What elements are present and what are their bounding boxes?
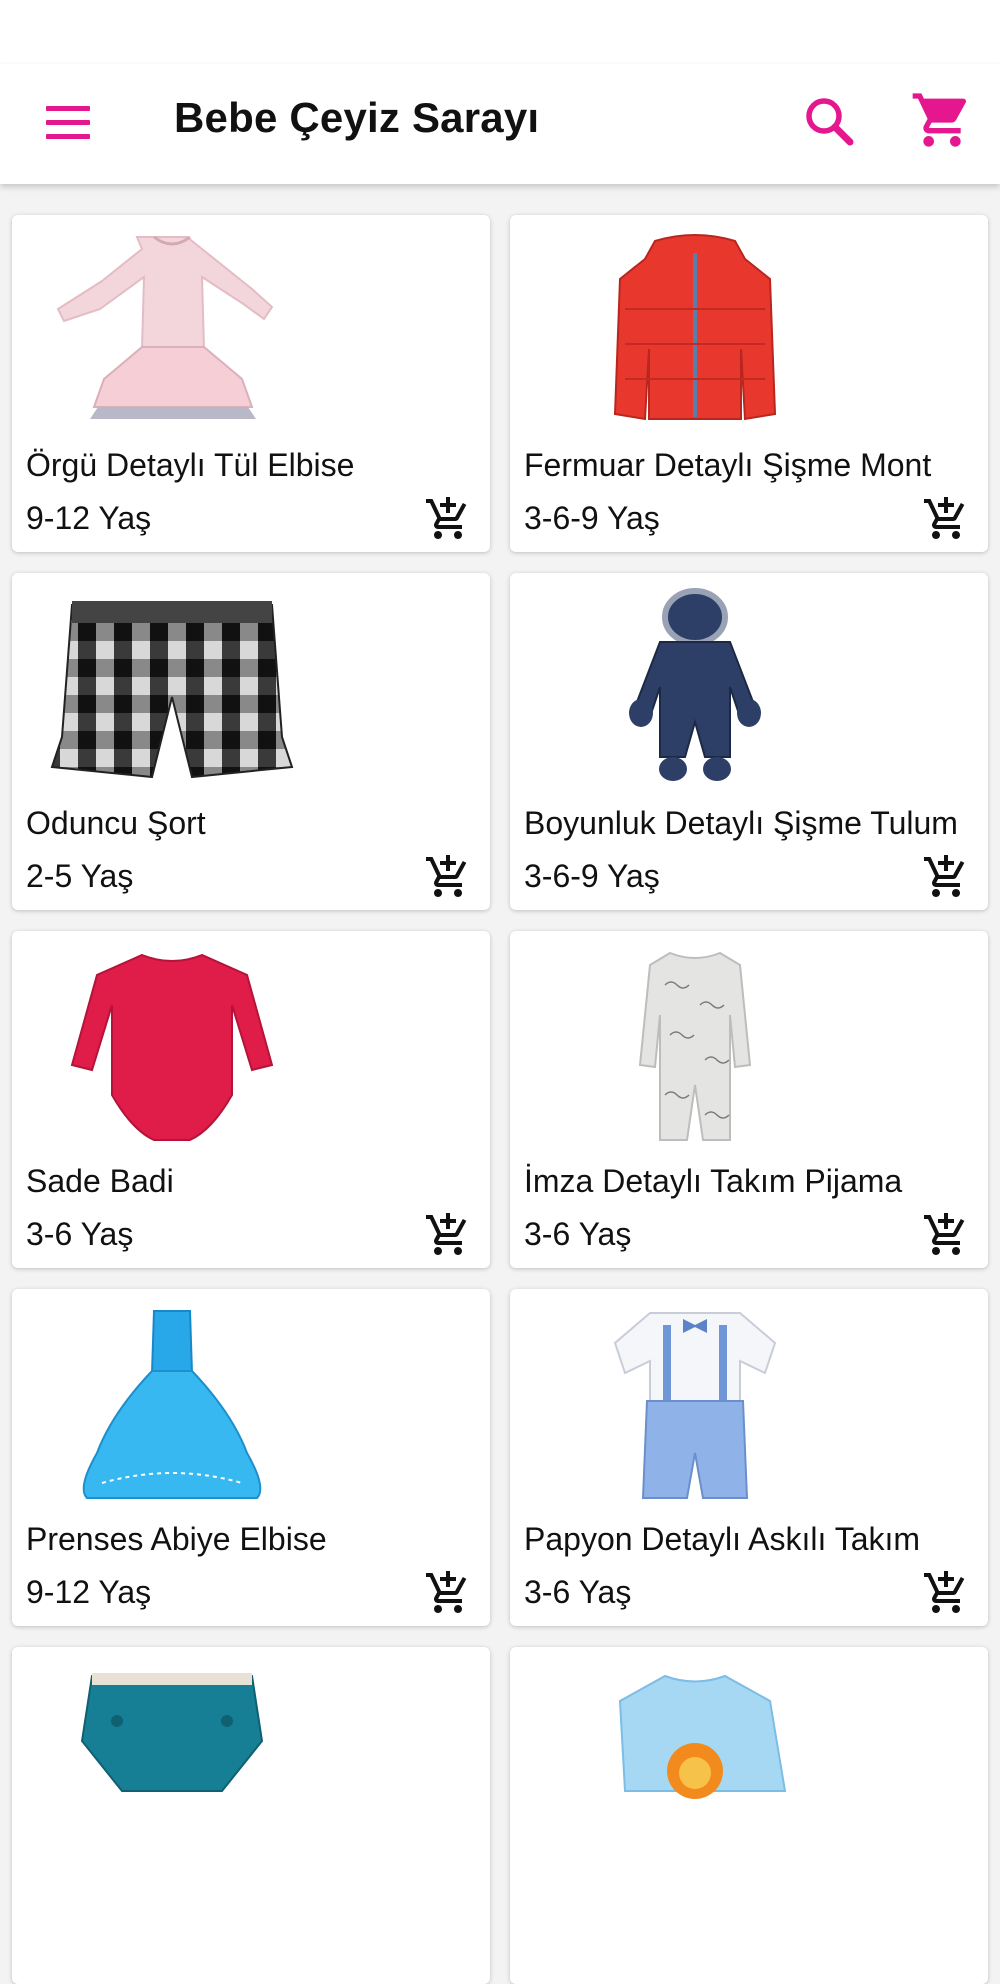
product-image — [613, 1312, 777, 1499]
product-name: Sade Badi — [26, 1163, 174, 1199]
product-name: Oduncu Şort — [26, 805, 206, 841]
product-card[interactable]: Fermuar Detaylı Şişme Mont 3-6-9 Yaş — [510, 215, 988, 552]
product-image — [638, 951, 752, 1141]
product-card[interactable]: Papyon Detaylı Askılı Takım 3-6 Yaş — [510, 1289, 988, 1626]
product-age: 3-6 Yaş — [524, 1216, 632, 1252]
product-card[interactable]: Örgü Detaylı Tül Elbise 9-12 Yaş — [12, 215, 490, 552]
product-image — [82, 1310, 262, 1499]
product-card[interactable] — [510, 1647, 988, 1984]
add-shopping-cart-icon[interactable] — [922, 495, 970, 543]
product-name: Fermuar Detaylı Şişme Mont — [524, 447, 932, 483]
product-card[interactable]: Prenses Abiye Elbise 9-12 Yaş — [12, 1289, 490, 1626]
product-age: 3-6-9 Yaş — [524, 500, 660, 536]
cart-icon[interactable] — [910, 88, 974, 152]
add-shopping-cart-icon[interactable] — [424, 1211, 472, 1259]
product-image — [629, 588, 761, 781]
page-title: Bebe Çeyiz Sarayı — [174, 94, 540, 141]
product-name: Papyon Detaylı Askılı Takım — [524, 1521, 921, 1557]
product-image — [50, 601, 294, 779]
product-image — [70, 953, 274, 1141]
product-age: 9-12 Yaş — [26, 500, 152, 536]
product-card[interactable]: Boyunluk Detaylı Şişme Tulum 3-6-9 Yaş — [510, 573, 988, 910]
product-age: 2-5 Yaş — [26, 858, 134, 894]
product-age: 3-6-9 Yaş — [524, 858, 660, 894]
add-shopping-cart-icon[interactable] — [424, 1569, 472, 1617]
product-card[interactable]: Oduncu Şort 2-5 Yaş — [12, 573, 490, 910]
product-card[interactable] — [12, 1647, 490, 1984]
product-age: 3-6 Yaş — [26, 1216, 134, 1252]
status-bar — [0, 0, 1000, 64]
add-shopping-cart-icon[interactable] — [922, 1569, 970, 1617]
product-name: Örgü Detaylı Tül Elbise — [26, 447, 355, 483]
product-image — [56, 235, 274, 419]
product-name: İmza Detaylı Takım Pijama — [524, 1163, 903, 1199]
product-card[interactable]: İmza Detaylı Takım Pijama 3-6 Yaş — [510, 931, 988, 1268]
product-name: Boyunluk Detaylı Şişme Tulum — [524, 805, 958, 841]
search-icon[interactable] — [800, 92, 860, 152]
product-grid: Örgü Detaylı Tül Elbise 9-12 Yaş Fermuar… — [12, 215, 988, 1984]
product-card[interactable]: Sade Badi 3-6 Yaş — [12, 931, 490, 1268]
add-shopping-cart-icon[interactable] — [424, 853, 472, 901]
add-shopping-cart-icon[interactable] — [424, 495, 472, 543]
product-image — [618, 1674, 787, 1799]
product-name: Prenses Abiye Elbise — [26, 1521, 327, 1557]
product-image — [80, 1673, 264, 1792]
product-age: 3-6 Yaş — [524, 1574, 632, 1610]
product-age: 9-12 Yaş — [26, 1574, 152, 1610]
menu-icon[interactable] — [38, 97, 98, 151]
add-shopping-cart-icon[interactable] — [922, 853, 970, 901]
add-shopping-cart-icon[interactable] — [922, 1211, 970, 1259]
app-bar: Bebe Çeyiz Sarayı — [0, 64, 1000, 184]
product-image — [613, 234, 777, 421]
